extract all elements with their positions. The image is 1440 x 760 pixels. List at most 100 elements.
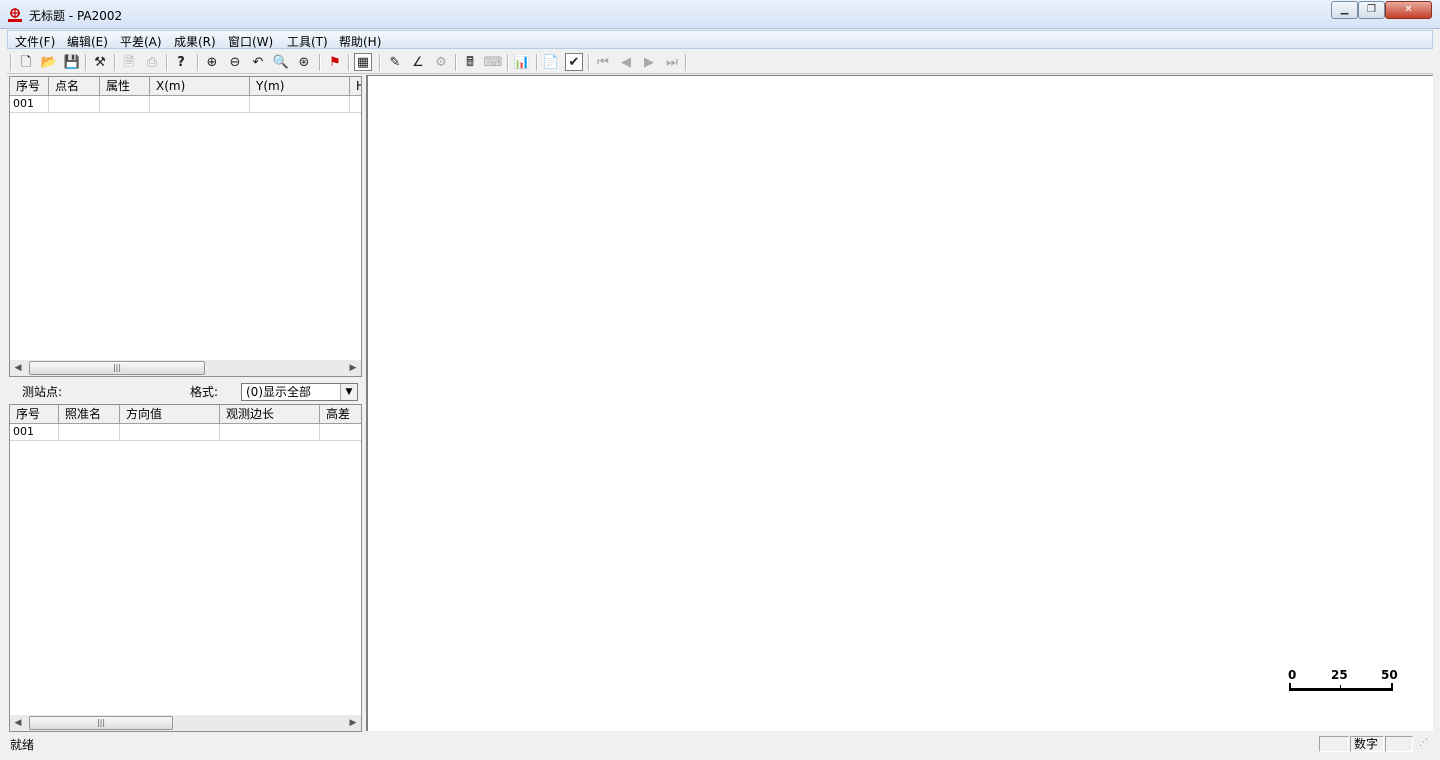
- edit-network-icon[interactable]: ✎: [386, 53, 404, 71]
- cell-attribute[interactable]: [100, 96, 150, 112]
- col-header-distance[interactable]: 观测边长: [220, 405, 320, 423]
- sdbm-logo-icon: [8, 8, 22, 22]
- table-row[interactable]: 001: [10, 424, 361, 441]
- report-icon[interactable]: 📄: [542, 53, 560, 71]
- col-header-point-name[interactable]: 点名: [49, 77, 100, 95]
- menu-help[interactable]: 帮助(H): [339, 33, 381, 50]
- toolbar-separator: [379, 54, 381, 71]
- zoom-in-icon[interactable]: ⊕: [203, 53, 221, 71]
- cell-distance[interactable]: [220, 424, 320, 440]
- print-icon[interactable]: ⎙: [143, 53, 161, 71]
- points-table-panel: 序号 点名 属性 X(m) Y(m) H 001 ◀ ||| ▶: [9, 76, 362, 377]
- format-label: 格式:: [190, 385, 219, 399]
- cell-direction[interactable]: [120, 424, 220, 440]
- scroll-left-icon[interactable]: ◀: [10, 715, 26, 731]
- observation-table-panel: 序号 照准名 方向值 观测边长 高差 001 ◀ ||| ▶: [9, 404, 362, 732]
- title-bar: 无标题 - PA2002 ▁ ❐ ✕: [0, 0, 1440, 29]
- help-icon[interactable]: ?: [172, 53, 190, 71]
- col-header-attribute[interactable]: 属性: [100, 77, 150, 95]
- status-num-lock: 数字: [1350, 736, 1384, 752]
- bar-chart-icon[interactable]: 📊: [513, 53, 531, 71]
- observation-horizontal-scrollbar[interactable]: ◀ ||| ▶: [10, 715, 361, 731]
- zoom-previous-icon[interactable]: ↶: [249, 53, 267, 71]
- toolbar-separator: [685, 54, 687, 71]
- cell-x[interactable]: [150, 96, 250, 112]
- points-table-header: 序号 点名 属性 X(m) Y(m) H: [10, 77, 361, 96]
- scroll-thumb[interactable]: |||: [29, 361, 205, 375]
- chevron-down-icon[interactable]: ▼: [340, 384, 357, 400]
- cell-height-diff[interactable]: [320, 424, 361, 440]
- table-row[interactable]: 001: [10, 96, 361, 113]
- properties-icon[interactable]: ⚙: [432, 53, 450, 71]
- menu-results[interactable]: 成果(R): [174, 33, 216, 50]
- col-header-target-name[interactable]: 照准名: [59, 405, 120, 423]
- cell-h[interactable]: [350, 96, 361, 112]
- maximize-icon: ❐: [1367, 4, 1376, 15]
- toolbar-separator: [166, 54, 168, 71]
- scroll-right-icon[interactable]: ▶: [345, 360, 361, 376]
- col-header-direction[interactable]: 方向值: [120, 405, 220, 423]
- toolbar-separator: [10, 54, 12, 71]
- observation-toolbar: 测站点: 格式: (0)显示全部 ▼: [9, 381, 361, 403]
- new-file-icon[interactable]: 🗋: [17, 53, 35, 71]
- scale-tick: [1340, 685, 1341, 691]
- print-preview-icon[interactable]: 🗎: [120, 53, 138, 71]
- menu-bar: 文件(F) 编辑(E) 平差(A) 成果(R) 窗口(W) 工具(T) 帮助(H…: [7, 30, 1433, 49]
- angle-icon[interactable]: ∠: [409, 53, 427, 71]
- toolbar-separator: [536, 54, 538, 71]
- calc-icon[interactable]: 🖩: [461, 53, 479, 71]
- col-header-h[interactable]: H: [350, 77, 361, 95]
- menu-window[interactable]: 窗口(W): [228, 33, 273, 50]
- cell-index[interactable]: 001: [10, 96, 49, 112]
- cell-y[interactable]: [250, 96, 350, 112]
- points-horizontal-scrollbar[interactable]: ◀ ||| ▶: [10, 360, 361, 376]
- col-header-y[interactable]: Y(m): [250, 77, 350, 95]
- zoom-out-icon[interactable]: ⊖: [226, 53, 244, 71]
- zoom-window-icon[interactable]: 🔍: [272, 53, 290, 71]
- menu-file[interactable]: 文件(F): [15, 33, 55, 50]
- status-pane-empty: [1385, 736, 1413, 752]
- col-header-index[interactable]: 序号: [10, 405, 59, 423]
- previous-record-icon[interactable]: ◀: [617, 53, 635, 71]
- close-icon: ✕: [1404, 4, 1413, 15]
- cell-point-name[interactable]: [49, 96, 100, 112]
- save-icon[interactable]: 💾: [63, 53, 81, 71]
- check-icon[interactable]: ✔: [565, 53, 583, 71]
- status-bar: 就绪 数字 ⋰: [7, 733, 1433, 753]
- resize-grip-icon[interactable]: ⋰: [1419, 738, 1428, 748]
- cell-index[interactable]: 001: [10, 424, 59, 440]
- toolbar-separator: [319, 54, 321, 71]
- menu-edit[interactable]: 编辑(E): [67, 33, 108, 50]
- scale-tick: [1289, 683, 1291, 691]
- flag-icon[interactable]: ⚑: [326, 53, 344, 71]
- cell-target-name[interactable]: [59, 424, 120, 440]
- toolbar-separator: [455, 54, 457, 71]
- keyboard-icon[interactable]: ⌨: [484, 53, 503, 71]
- close-button[interactable]: ✕: [1385, 1, 1432, 19]
- network-canvas[interactable]: 0 25 50: [366, 75, 1433, 731]
- format-select[interactable]: (0)显示全部 ▼: [241, 383, 358, 401]
- menu-adjust[interactable]: 平差(A): [120, 33, 162, 50]
- toolbar-separator: [507, 54, 509, 71]
- network-draw-icon[interactable]: ⚒: [91, 53, 109, 71]
- zoom-all-icon[interactable]: ⊛: [295, 53, 313, 71]
- main-toolbar: 🗋 📂 💾 ⚒ 🗎 ⎙ ? ⊕ ⊖ ↶ 🔍 ⊛ ⚑ ▦ ✎ ∠ ⚙ 🖩 ⌨ 📊 …: [7, 51, 1433, 74]
- status-pane-empty: [1319, 736, 1349, 752]
- minimize-button[interactable]: ▁: [1331, 1, 1358, 19]
- scroll-right-icon[interactable]: ▶: [345, 715, 361, 731]
- table-view-icon[interactable]: ▦: [354, 53, 372, 71]
- next-record-icon[interactable]: ▶: [640, 53, 658, 71]
- scroll-left-icon[interactable]: ◀: [10, 360, 26, 376]
- scale-tick: [1391, 683, 1393, 691]
- last-record-icon[interactable]: ⏭: [663, 53, 681, 71]
- toolbar-separator: [348, 54, 350, 71]
- col-header-index[interactable]: 序号: [10, 77, 49, 95]
- menu-tools[interactable]: 工具(T): [287, 33, 328, 50]
- col-header-height-diff[interactable]: 高差: [320, 405, 361, 423]
- maximize-button[interactable]: ❐: [1358, 1, 1385, 19]
- toolbar-separator: [85, 54, 87, 71]
- scroll-thumb[interactable]: |||: [29, 716, 173, 730]
- first-record-icon[interactable]: ⏮: [594, 53, 612, 71]
- col-header-x[interactable]: X(m): [150, 77, 250, 95]
- open-folder-icon[interactable]: 📂: [40, 53, 58, 71]
